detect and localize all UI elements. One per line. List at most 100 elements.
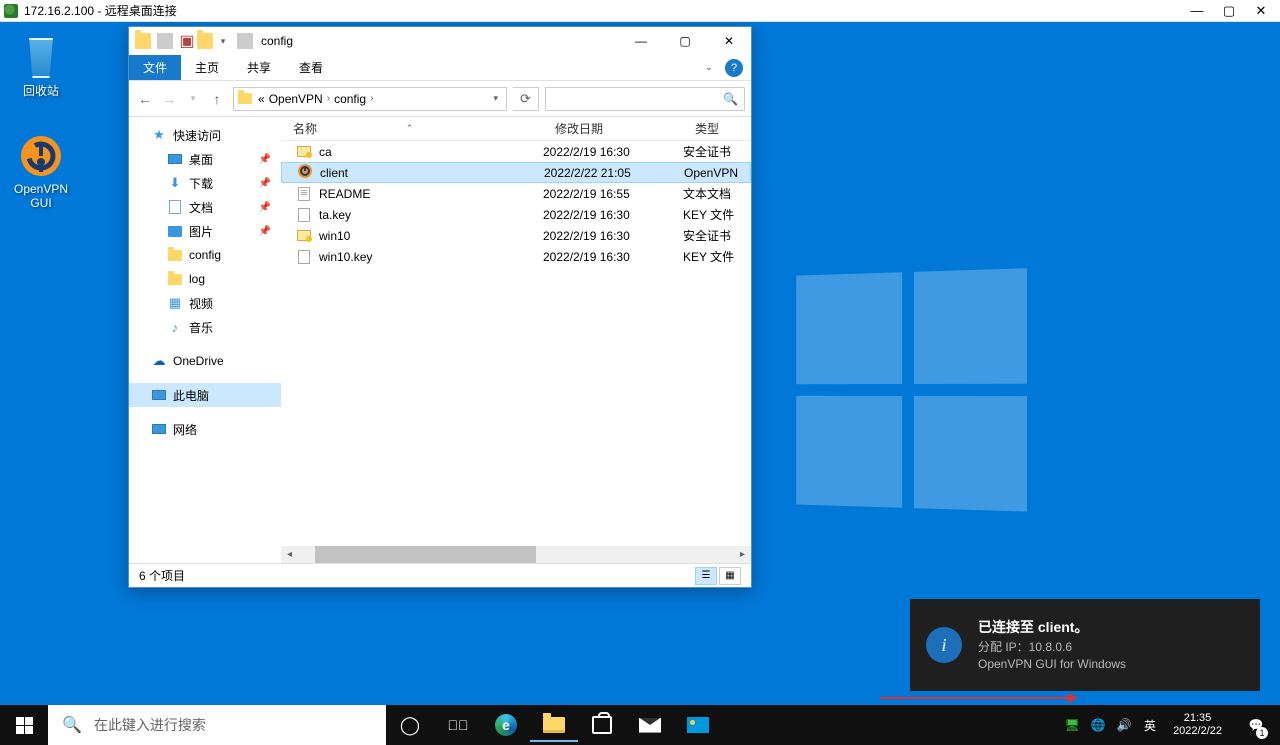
desktop[interactable]: 回收站 OpenVPN GUI ▣ ▾ config — ▢ ✕ [0, 22, 1280, 705]
tray-openvpn-icon[interactable]: 🖥 [1063, 718, 1081, 732]
clock[interactable]: 21:35 2022/2/22 [1167, 712, 1228, 738]
nav-config[interactable]: config [129, 243, 281, 267]
toast-app: OpenVPN GUI for Windows [978, 656, 1244, 673]
taskbar-app-store[interactable] [578, 705, 626, 745]
close-button[interactable]: ✕ [1254, 3, 1268, 19]
file-icon [298, 208, 310, 222]
nav-up-icon[interactable]: ↑ [207, 89, 227, 109]
mail-icon [639, 718, 661, 733]
file-icon [298, 250, 310, 264]
maximize-button[interactable]: ▢ [1222, 3, 1236, 19]
file-list-pane: 名称⌃ 修改日期 类型 ca2022/2/19 16:30安全证书client2… [281, 117, 751, 563]
refresh-button[interactable]: ⟳ [513, 87, 539, 111]
file-row[interactable]: win10.key2022/2/19 16:30KEY 文件 [281, 246, 751, 267]
annotation-arrow [880, 697, 1070, 699]
start-button[interactable] [0, 705, 48, 745]
nav-pictures[interactable]: 图片📌 [129, 219, 281, 243]
tab-file[interactable]: 文件 [129, 55, 181, 80]
tab-share[interactable]: 共享 [233, 55, 285, 80]
file-row[interactable]: client2022/2/22 21:05OpenVPN [281, 162, 751, 183]
edge-icon [495, 714, 517, 736]
tray-network-icon[interactable]: 🌐 [1089, 718, 1107, 732]
taskbar-app-explorer[interactable] [530, 705, 578, 745]
nav-log[interactable]: log [129, 267, 281, 291]
task-view-button[interactable]: ⊞⃞ [434, 705, 482, 745]
ribbon: 文件 主页 共享 查看 ⌄ ? [129, 55, 751, 81]
nav-forward-icon[interactable]: → [159, 89, 179, 109]
openvpn-gui-shortcut[interactable]: OpenVPN GUI [4, 134, 78, 211]
minimize-button[interactable]: — [1190, 3, 1204, 19]
search-input[interactable]: 🔍 [545, 87, 745, 111]
taskbar-search[interactable]: 🔍 在此键入进行搜索 [48, 705, 386, 745]
address-dropdown-icon[interactable]: ▾ [489, 93, 502, 104]
tab-home[interactable]: 主页 [181, 55, 233, 80]
file-row[interactable]: README2022/2/19 16:55文本文档 [281, 183, 751, 204]
clock-date: 2022/2/22 [1173, 725, 1222, 738]
nav-recent-icon[interactable]: ▾ [183, 89, 203, 109]
taskbar-app-mail[interactable] [626, 705, 674, 745]
scroll-left-icon[interactable]: ◂ [281, 546, 298, 563]
window-title: config [261, 34, 619, 48]
action-center-button[interactable]: 💬 1 [1236, 705, 1276, 745]
videos-icon: ▦ [167, 295, 183, 311]
view-details-button[interactable]: ☰ [695, 567, 717, 585]
col-date[interactable]: 修改日期 [543, 120, 683, 137]
network-icon [151, 421, 167, 437]
nav-back-icon[interactable]: ← [135, 89, 155, 109]
nav-onedrive[interactable]: ☁OneDrive [129, 349, 281, 373]
qat-newfolder-icon[interactable] [197, 33, 213, 49]
view-large-button[interactable]: ▦ [719, 567, 741, 585]
file-name: win10 [319, 229, 543, 243]
nav-quick-access[interactable]: ★快速访问 [129, 123, 281, 147]
folder-icon [543, 717, 565, 733]
file-list[interactable]: ca2022/2/19 16:30安全证书client2022/2/22 21:… [281, 141, 751, 546]
file-row[interactable]: ca2022/2/19 16:30安全证书 [281, 141, 751, 162]
address-bar[interactable]: « OpenVPN › config › ▾ [233, 87, 507, 111]
notification-toast[interactable]: i 已连接至 client。 分配 IP：10.8.0.6 OpenVPN GU… [910, 599, 1260, 691]
nav-downloads[interactable]: ⬇下载📌 [129, 171, 281, 195]
nav-this-pc[interactable]: 此电脑 [129, 383, 281, 407]
horizontal-scrollbar[interactable]: ◂ ▸ [281, 546, 751, 563]
help-icon[interactable]: ? [725, 59, 743, 77]
document-icon [167, 199, 183, 215]
breadcrumb-root[interactable]: « [258, 92, 265, 106]
file-name: win10.key [319, 250, 543, 264]
taskbar-app-photos[interactable] [674, 705, 722, 745]
cloud-icon: ☁ [151, 353, 167, 369]
breadcrumb-item[interactable]: config [334, 92, 366, 106]
col-type[interactable]: 类型 [683, 120, 743, 137]
cortana-button[interactable]: ◯ [386, 705, 434, 745]
recycle-bin[interactable]: 回收站 [4, 36, 78, 98]
search-icon[interactable]: 🔍 [723, 92, 738, 106]
tray-volume-icon[interactable]: 🔊 [1115, 718, 1133, 732]
nav-network[interactable]: 网络 [129, 417, 281, 441]
ribbon-expand-icon[interactable]: ⌄ [697, 55, 721, 80]
status-bar: 6 个项目 ☰ ▦ [129, 563, 751, 587]
qat-properties-icon[interactable]: ▣ [179, 33, 195, 49]
scroll-right-icon[interactable]: ▸ [734, 546, 751, 563]
taskbar-app-edge[interactable] [482, 705, 530, 745]
chevron-right-icon[interactable]: › [327, 93, 330, 104]
explorer-titlebar[interactable]: ▣ ▾ config — ▢ ✕ [129, 27, 751, 55]
navigation-pane[interactable]: ★快速访问 桌面📌 ⬇下载📌 文档📌 图片📌 config log ▦视频 ♪音… [129, 117, 281, 563]
qat-dropdown-icon[interactable]: ▾ [215, 33, 231, 49]
col-name[interactable]: 名称⌃ [281, 120, 543, 137]
breadcrumb-item[interactable]: OpenVPN [269, 92, 323, 106]
maximize-button[interactable]: ▢ [663, 27, 707, 55]
nav-documents[interactable]: 文档📌 [129, 195, 281, 219]
scrollbar-thumb[interactable] [315, 546, 536, 563]
nav-videos[interactable]: ▦视频 [129, 291, 281, 315]
file-row[interactable]: win102022/2/19 16:30安全证书 [281, 225, 751, 246]
minimize-button[interactable]: — [619, 27, 663, 55]
chevron-right-icon[interactable]: › [370, 93, 373, 104]
close-button[interactable]: ✕ [707, 27, 751, 55]
nav-desktop[interactable]: 桌面📌 [129, 147, 281, 171]
recycle-bin-label: 回收站 [4, 84, 78, 98]
file-row[interactable]: ta.key2022/2/19 16:30KEY 文件 [281, 204, 751, 225]
file-date: 2022/2/19 16:30 [543, 145, 683, 159]
file-name: client [320, 166, 544, 180]
tab-view[interactable]: 查看 [285, 55, 337, 80]
tray-ime[interactable]: 英 [1141, 717, 1159, 734]
file-type: OpenVPN [684, 166, 744, 180]
nav-music[interactable]: ♪音乐 [129, 315, 281, 339]
